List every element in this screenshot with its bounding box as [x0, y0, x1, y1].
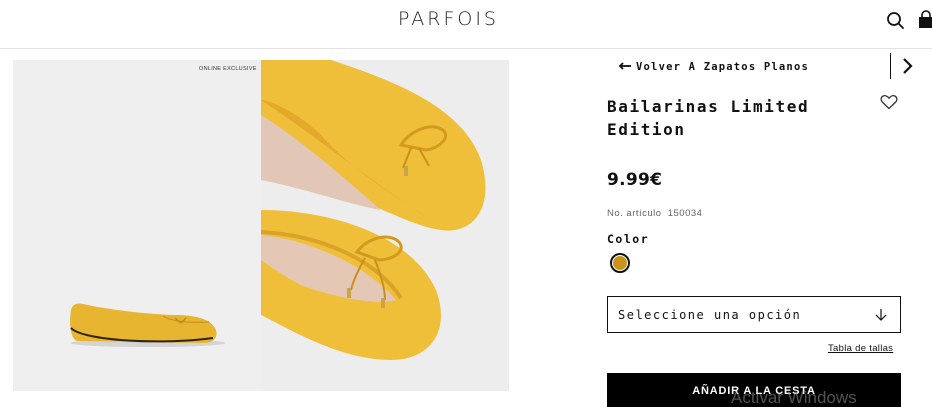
color-swatch[interactable] [610, 253, 630, 273]
next-product-button[interactable] [898, 55, 918, 77]
back-link-label: Volver A Zapatos Planos [636, 61, 809, 73]
shopping-bag-icon[interactable] [918, 10, 932, 30]
arrow-left-icon [618, 61, 631, 73]
search-icon[interactable] [885, 10, 907, 32]
add-to-cart-button[interactable]: AÑADIR A LA CESTA [607, 373, 901, 407]
size-guide-link[interactable]: Tabla de tallas [828, 343, 893, 354]
nav-divider [890, 53, 891, 79]
color-swatch-fill [613, 256, 627, 270]
product-image-side[interactable]: ONLINE EXCLUSIVE [13, 60, 261, 391]
product-reference: No. artículo 150034 [607, 208, 702, 219]
product-image-closeup[interactable] [260, 60, 509, 391]
back-to-category-link[interactable]: Volver A Zapatos Planos [618, 61, 809, 73]
size-select[interactable]: Seleccione una opción [607, 296, 901, 333]
wishlist-heart-icon[interactable] [880, 94, 898, 110]
product-title: Bailarinas Limited Edition [607, 97, 810, 139]
product-price: 9.99€ [607, 170, 663, 190]
site-header: PARFOIS [0, 0, 932, 49]
online-exclusive-badge: ONLINE EXCLUSIVE [199, 66, 257, 72]
size-select-placeholder: Seleccione una opción [618, 307, 802, 322]
arrow-down-icon [874, 307, 888, 323]
chevron-right-icon [903, 58, 913, 74]
color-label: Color [607, 232, 650, 246]
brand-logo[interactable]: PARFOIS [398, 8, 499, 30]
reference-label: No. artículo [607, 208, 662, 219]
reference-value: 150034 [667, 208, 703, 219]
product-gallery: ONLINE EXCLUSIVE [13, 60, 509, 391]
